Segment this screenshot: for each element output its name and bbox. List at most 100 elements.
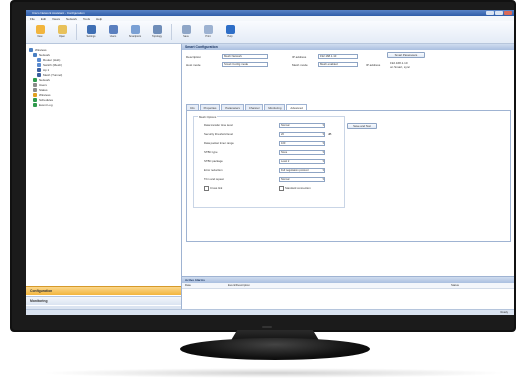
- toolbar-separator: [76, 24, 77, 40]
- monitor-shadow: [40, 368, 508, 378]
- menu-item-edit[interactable]: Edit: [41, 17, 46, 21]
- toolbar-label: New: [37, 34, 43, 38]
- toolbar-print-button[interactable]: Print: [198, 21, 218, 41]
- nav-configuration[interactable]: Configuration: [26, 286, 181, 295]
- menu-item-tools[interactable]: Tools: [83, 17, 90, 21]
- mesh-mode-label: Mesh mode: [292, 63, 308, 67]
- toolbar-new-button[interactable]: New: [30, 21, 50, 41]
- option-select[interactable]: None: [279, 150, 325, 155]
- device-icon: [37, 62, 41, 67]
- mesh-mode-select[interactable]: Mesh enabled: [318, 62, 358, 67]
- nav-monitoring[interactable]: Monitoring: [26, 296, 181, 305]
- tree-item-label: Wireless: [39, 92, 51, 97]
- device-icon: [29, 47, 33, 52]
- tree-item-label: Event Log: [39, 102, 53, 107]
- checkbox[interactable]: [279, 186, 284, 191]
- device-icon: [33, 102, 37, 107]
- option-label: Data packet timer range: [204, 141, 234, 145]
- checkbox-label: Standard connection: [285, 186, 311, 190]
- option-select[interactable]: 20: [279, 132, 325, 137]
- tree-item[interactable]: Event Log: [29, 102, 62, 107]
- tree-item-label: Schedules: [39, 97, 54, 102]
- navigation-pane: Wireless Network Router (Hub) Switch (Mesh)…: [26, 44, 182, 315]
- alarms-col-date[interactable]: Date: [182, 283, 225, 288]
- checkbox-label: Cross link: [210, 186, 223, 190]
- tree-item-label: Users: [39, 82, 47, 87]
- group-title: Mesh Options: [198, 115, 218, 119]
- status-bar: Ready: [26, 309, 514, 315]
- toolbar-save-button[interactable]: Save: [176, 21, 196, 41]
- monitor-screen: Cisco Network Assistant - Configuration …: [26, 10, 514, 315]
- toolbar-help-button[interactable]: Help: [220, 21, 240, 41]
- toolbar: New Open Settings Users Smartports Topology Sa…: [26, 21, 514, 44]
- option-select[interactable]: Full negotiation protocol: [279, 168, 325, 173]
- toolbar-open-button[interactable]: Open: [52, 21, 72, 41]
- device-icon: [37, 72, 41, 77]
- close-button[interactable]: [504, 11, 512, 15]
- option-label: Security threshold level: [204, 132, 233, 136]
- toolbar-settings-button[interactable]: Settings: [81, 21, 101, 41]
- option-label: Error reduction: [204, 168, 223, 172]
- description-field[interactable]: Mesh Network: [222, 54, 268, 59]
- option-label: Trim and repeat: [204, 177, 224, 181]
- device-icon: [33, 77, 37, 82]
- host-mode-select[interactable]: Smart Config mode: [222, 62, 268, 67]
- toolbar-separator: [171, 24, 172, 40]
- save-icon: [181, 24, 191, 34]
- save-test-button[interactable]: Save and Test: [347, 123, 377, 129]
- device-icon: [33, 52, 37, 57]
- menu-item-views[interactable]: Views: [52, 17, 60, 21]
- tree-item-label: Status: [39, 87, 48, 92]
- toolbar-label: Print: [205, 34, 211, 38]
- print-icon: [203, 24, 213, 34]
- option-select[interactable]: Normal: [279, 123, 325, 128]
- tree-item-label: Network: [39, 77, 51, 82]
- device-icon: [33, 92, 37, 97]
- ipaddr-label: IP address: [366, 63, 381, 67]
- gear-icon: [86, 24, 96, 34]
- tree-item-label: Mesh (Tunnel): [43, 72, 63, 77]
- toolbar-topology-button[interactable]: Topology: [147, 21, 167, 41]
- option-label: STBC type: [204, 150, 218, 154]
- tree-item-label: Ap 1: [43, 67, 50, 72]
- option-select[interactable]: Normal: [279, 177, 325, 182]
- tree-item-label: Router (Hub): [43, 57, 61, 62]
- monitor-base: [180, 338, 370, 360]
- option-select[interactable]: 100: [279, 141, 325, 146]
- toolbar-label: Open: [58, 34, 66, 38]
- tree-item-label: Network: [39, 52, 51, 57]
- device-tree: Wireless Network Router (Hub) Switch (Mesh)…: [29, 47, 62, 107]
- options-group: Mesh Options Data transfer time level Nor…: [193, 115, 345, 208]
- host-mode-label: Host mode: [186, 63, 201, 67]
- menu-item-help[interactable]: Help: [96, 17, 102, 21]
- help-icon: [225, 24, 235, 34]
- panel-title: Smart Configuration: [182, 44, 514, 50]
- device-icon: [33, 97, 37, 102]
- ip-label: IP address: [292, 55, 307, 59]
- toolbar-label: Save: [183, 34, 189, 38]
- window-controls: [486, 11, 512, 15]
- toolbar-users-button[interactable]: Users: [103, 21, 123, 41]
- ip-field[interactable]: 192.168.1.10: [318, 54, 358, 59]
- topology-icon: [152, 24, 162, 34]
- option-unit: dB: [328, 132, 332, 136]
- toolbar-smartports-button[interactable]: Smartports: [125, 21, 145, 41]
- maximize-button[interactable]: [495, 11, 503, 15]
- toolbar-label: Help: [227, 34, 233, 38]
- checkbox[interactable]: [204, 186, 209, 191]
- description-label: Description: [186, 55, 202, 59]
- device-icon: [33, 87, 37, 92]
- minimize-button[interactable]: [486, 11, 494, 15]
- alarms-col-event[interactable]: Event/Description: [225, 283, 448, 288]
- menu-item-file[interactable]: File: [30, 17, 35, 21]
- option-label: STBC package: [204, 159, 223, 163]
- device-icon: [33, 82, 37, 87]
- smart-parameters-button[interactable]: Smart Parameters: [387, 52, 425, 58]
- alarms-col-status[interactable]: Status: [448, 283, 459, 288]
- device-icon: [37, 57, 41, 62]
- option-label: Data transfer time level: [204, 123, 233, 127]
- menu-item-network[interactable]: Network: [66, 17, 77, 21]
- content-pane: Smart Configuration Description Mesh Net…: [182, 44, 514, 315]
- power-button: [262, 326, 272, 328]
- option-select[interactable]: Level 2: [279, 159, 325, 164]
